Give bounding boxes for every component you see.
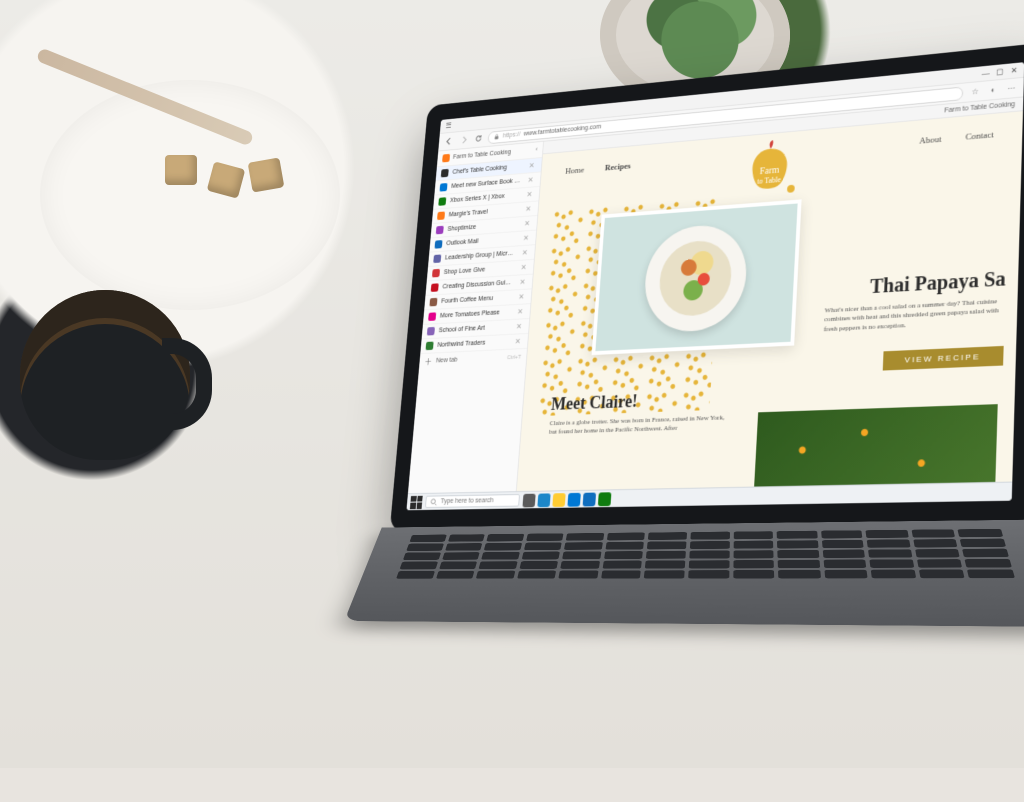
vertical-tabs-title: Farm to Table Cooking bbox=[453, 147, 533, 160]
start-button[interactable] bbox=[410, 495, 423, 508]
nav-home[interactable]: Home bbox=[565, 165, 585, 176]
window-menu-icon[interactable]: ☰ bbox=[445, 122, 452, 130]
favicon-icon bbox=[440, 183, 448, 192]
laptop-bezel: ☰ ― ▢ ✕ https:// w bbox=[390, 43, 1024, 531]
laptop-keyboard bbox=[344, 520, 1024, 627]
close-tab-icon[interactable]: ✕ bbox=[525, 190, 535, 199]
close-tab-icon[interactable]: ✕ bbox=[522, 219, 532, 228]
plate-icon bbox=[642, 222, 749, 333]
close-tab-icon[interactable]: ✕ bbox=[520, 248, 530, 257]
tab-label: Leadership Group | Microsoft bbox=[445, 250, 517, 261]
tab-label: School of Fine Art bbox=[438, 324, 510, 334]
close-tab-icon[interactable]: ✕ bbox=[519, 263, 529, 272]
favicon-icon bbox=[438, 197, 446, 206]
view-recipe-button[interactable]: VIEW RECIPE bbox=[882, 346, 1003, 371]
new-tab-label: New tab bbox=[436, 357, 458, 364]
tab-label: Creating Discussion Guidelines bbox=[442, 279, 514, 290]
tab-label: Shoptimize bbox=[447, 221, 518, 233]
hero-recipe-photo bbox=[592, 199, 802, 355]
favicon-icon bbox=[437, 211, 445, 220]
taskbar-app-edge[interactable] bbox=[537, 493, 550, 507]
header-favicon-icon bbox=[442, 154, 450, 163]
refresh-button[interactable] bbox=[473, 133, 484, 145]
tab-label: Shop Love Give bbox=[444, 265, 516, 276]
close-tab-icon[interactable]: ✕ bbox=[514, 322, 524, 331]
address-text: www.farmtotablecooking.com bbox=[523, 124, 601, 138]
taskbar-search[interactable]: Type here to search bbox=[425, 494, 520, 508]
close-tab-icon[interactable]: ✕ bbox=[516, 292, 526, 301]
close-tab-icon[interactable]: ✕ bbox=[526, 176, 536, 185]
taskbar-app-explorer[interactable] bbox=[552, 493, 565, 507]
salad-illustration bbox=[657, 239, 733, 318]
taskbar-app-store[interactable] bbox=[567, 492, 580, 506]
tab-label: More Tomatoes Please bbox=[440, 309, 512, 320]
close-tab-icon[interactable]: ✕ bbox=[515, 307, 525, 316]
tab-label: Outlook Mail bbox=[446, 235, 517, 246]
prop-succulent bbox=[640, 0, 760, 80]
favicon-icon bbox=[428, 312, 436, 321]
favicon-icon bbox=[436, 226, 444, 235]
taskbar-search-placeholder: Type here to search bbox=[440, 497, 493, 505]
close-tab-icon[interactable]: ✕ bbox=[523, 204, 533, 213]
favicon-icon bbox=[426, 342, 434, 351]
close-tab-icon[interactable]: ✕ bbox=[518, 278, 528, 287]
back-button[interactable] bbox=[443, 136, 454, 147]
favicon-icon bbox=[441, 169, 449, 178]
favicon-icon bbox=[432, 269, 440, 278]
more-icon[interactable]: ⋯ bbox=[1005, 82, 1018, 95]
favicon-icon bbox=[433, 254, 441, 263]
page-content[interactable]: Home Recipes About Contact bbox=[517, 111, 1023, 491]
close-tab-icon[interactable]: ✕ bbox=[527, 161, 537, 170]
taskbar-app-app[interactable] bbox=[598, 492, 612, 506]
new-tab-shortcut: Ctrl+T bbox=[507, 354, 522, 360]
browser-workarea: Farm to Table Cooking ‹ Chef's Table Coo… bbox=[408, 97, 1023, 493]
plus-icon: ＋ bbox=[424, 357, 432, 366]
recipe-description: What's nicer than a cool salad on a summ… bbox=[824, 297, 1006, 335]
page-viewport: Farm to Table Cooking Home Recipes About… bbox=[517, 97, 1024, 491]
prop-sugar-cube bbox=[165, 155, 197, 185]
orchard-photo bbox=[751, 404, 998, 491]
favicon-icon bbox=[431, 283, 439, 292]
favicon-icon bbox=[429, 298, 437, 307]
profile-icon[interactable]: ◐ bbox=[987, 84, 999, 97]
recipe-title: Thai Papaya Sa bbox=[870, 268, 1007, 299]
prop-coffee-mug bbox=[20, 290, 190, 460]
window-minimize-icon[interactable]: ― bbox=[982, 69, 990, 78]
address-prefix: https:// bbox=[503, 131, 521, 139]
nav-contact[interactable]: Contact bbox=[965, 129, 994, 141]
close-tab-icon[interactable]: ✕ bbox=[513, 337, 523, 346]
favorites-icon[interactable]: ☆ bbox=[969, 85, 981, 98]
window-maximize-icon[interactable]: ▢ bbox=[996, 68, 1004, 77]
prop-sugar-cube bbox=[248, 157, 285, 192]
tab-label: Meet new Surface Book 3or 15.5" bbox=[451, 178, 522, 190]
close-tab-icon[interactable]: ✕ bbox=[521, 234, 531, 243]
search-icon bbox=[430, 498, 437, 506]
favicon-icon bbox=[427, 327, 435, 336]
tab-label: Xbox Series X | Xbox bbox=[450, 192, 521, 204]
svg-text:Farm: Farm bbox=[759, 164, 779, 176]
taskbar-app-mail[interactable] bbox=[583, 492, 597, 506]
screen: ☰ ― ▢ ✕ https:// w bbox=[406, 62, 1024, 510]
lock-icon bbox=[494, 133, 500, 140]
meet-heading: Meet Claire! bbox=[550, 391, 638, 414]
tab-label: Fourth Coffee Menu bbox=[441, 294, 513, 305]
chevron-left-icon[interactable]: ‹ bbox=[535, 147, 537, 153]
tab-label: Margie's Travel bbox=[449, 206, 520, 218]
tab-label: Northwind Traders bbox=[437, 339, 509, 349]
nav-about[interactable]: About bbox=[919, 134, 942, 146]
site-logo[interactable]: Farm to Table bbox=[734, 136, 804, 202]
favicon-icon bbox=[434, 240, 442, 249]
forward-button[interactable] bbox=[458, 134, 469, 145]
taskbar-app-task-view[interactable] bbox=[522, 493, 535, 507]
meet-body: Claire is a globe trotter. She was born … bbox=[549, 413, 732, 437]
laptop: ☰ ― ▢ ✕ https:// w bbox=[368, 38, 1024, 801]
nav-recipes[interactable]: Recipes bbox=[605, 161, 631, 172]
window-close-icon[interactable]: ✕ bbox=[1010, 66, 1018, 75]
